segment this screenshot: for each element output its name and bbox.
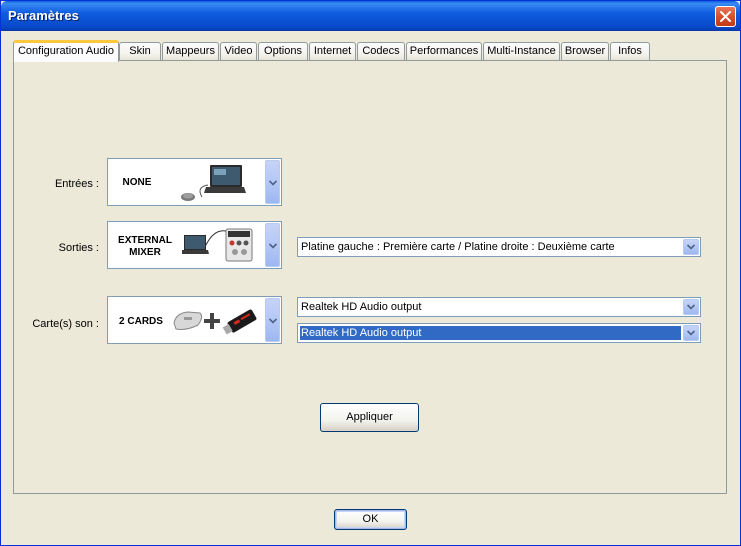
- laptop-mixer-icon: [182, 228, 253, 262]
- tab-browser[interactable]: Browser: [561, 42, 609, 61]
- soundcard1-dropdown-button[interactable]: [683, 299, 699, 315]
- tab-mappeurs[interactable]: Mappeurs: [162, 42, 219, 61]
- settings-window: Paramètres Configuration Audio Skin Mapp…: [0, 0, 741, 546]
- close-icon: [720, 11, 731, 22]
- chevron-down-icon: [687, 330, 695, 336]
- tab-infos[interactable]: Infos: [610, 42, 650, 61]
- outputs-selection-line2: MIXER: [129, 247, 161, 258]
- title-bar[interactable]: Paramètres: [1, 1, 740, 31]
- soundcard2-combo[interactable]: Realtek HD Audio output: [297, 323, 701, 343]
- apply-button[interactable]: Appliquer: [320, 403, 419, 432]
- soundcards-selection-text: 2 CARDS: [119, 316, 163, 327]
- two-soundcards-icon: [173, 309, 257, 335]
- outputs-routing-dropdown-button[interactable]: [683, 239, 699, 255]
- soundcard2-dropdown-button[interactable]: [683, 325, 699, 341]
- outputs-dropdown-button[interactable]: [265, 223, 280, 267]
- soundcards-selector[interactable]: 2 CARDS: [107, 296, 282, 344]
- soundcards-label: Carte(s) son :: [32, 318, 99, 330]
- outputs-label: Sorties :: [58, 242, 99, 254]
- outputs-routing-value: Platine gauche : Première carte / Platin…: [301, 241, 615, 253]
- inputs-label: Entrées :: [54, 178, 99, 190]
- inputs-selector[interactable]: NONE: [107, 158, 282, 206]
- ok-button[interactable]: OK: [334, 509, 407, 530]
- chevron-down-icon: [269, 243, 277, 249]
- inputs-dropdown-button[interactable]: [265, 160, 280, 204]
- soundcard2-value: Realtek HD Audio output: [300, 326, 681, 340]
- tab-skin[interactable]: Skin: [119, 42, 161, 61]
- laptop-with-mouse-icon: [181, 165, 246, 201]
- chevron-down-icon: [269, 318, 277, 324]
- tab-video[interactable]: Video: [220, 42, 257, 61]
- soundcards-dropdown-button[interactable]: [265, 298, 280, 342]
- tab-options[interactable]: Options: [258, 42, 308, 61]
- window-title: Paramètres: [8, 8, 79, 23]
- soundcard1-value: Realtek HD Audio output: [301, 301, 422, 313]
- tab-internet[interactable]: Internet: [309, 42, 356, 61]
- tab-panel-configuration-audio: Entrées : NONE Sorties : EXTERNAL MIXER …: [13, 60, 727, 494]
- chevron-down-icon: [687, 244, 695, 250]
- chevron-down-icon: [687, 304, 695, 310]
- chevron-down-icon: [269, 180, 277, 186]
- tab-configuration-audio[interactable]: Configuration Audio: [13, 40, 119, 62]
- inputs-selection-text: NONE: [122, 177, 152, 188]
- outputs-selector[interactable]: EXTERNAL MIXER: [107, 221, 282, 269]
- tab-performances[interactable]: Performances: [406, 42, 482, 61]
- outputs-selection-line1: EXTERNAL: [118, 235, 172, 246]
- tab-multi-instance[interactable]: Multi-Instance: [483, 42, 560, 61]
- soundcard1-combo[interactable]: Realtek HD Audio output: [297, 297, 701, 317]
- outputs-routing-combo[interactable]: Platine gauche : Première carte / Platin…: [297, 237, 701, 257]
- close-button[interactable]: [715, 6, 736, 27]
- tab-codecs[interactable]: Codecs: [357, 42, 405, 61]
